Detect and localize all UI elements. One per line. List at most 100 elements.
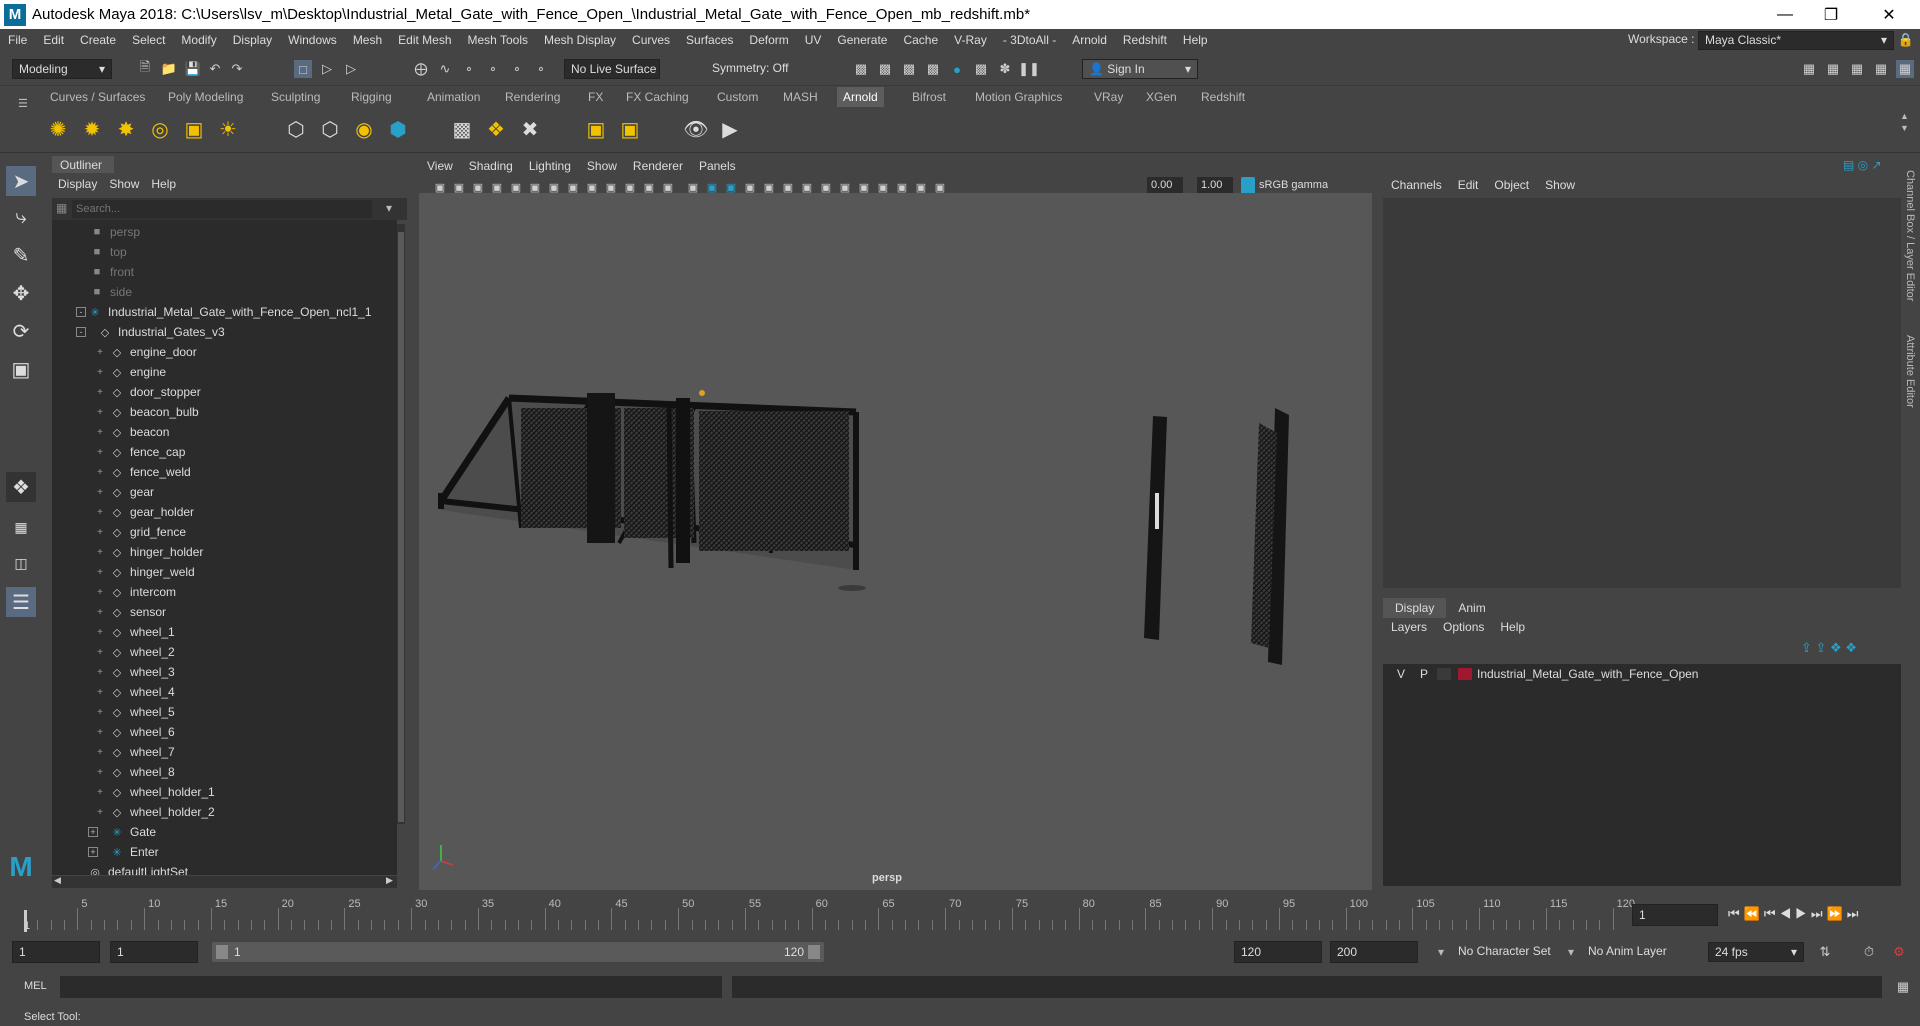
live-surface-field[interactable]: No Live Surface [564, 59, 660, 79]
attribute-editor-side-tab[interactable]: Attribute Editor [1904, 335, 1916, 415]
select-object-icon[interactable]: ▷ [318, 60, 336, 78]
current-frame-field[interactable]: 1 [1632, 904, 1718, 926]
four-view-icon[interactable]: ▦ [6, 512, 36, 542]
outliner-item-hinger-weld[interactable]: + ◇ hinger_weld [52, 562, 397, 582]
outliner-item-fence-weld[interactable]: + ◇ fence_weld [52, 462, 397, 482]
channel-menu-channels[interactable]: Channels [1383, 178, 1450, 196]
expand-icon[interactable]: + [88, 827, 98, 837]
menu-file[interactable]: File [0, 33, 35, 47]
channel-box-icon[interactable]: ▦ [1896, 60, 1914, 78]
layer-color-swatch[interactable] [1458, 668, 1472, 680]
standin-icon[interactable]: ⬡ [282, 115, 310, 143]
rotate-tool-icon[interactable]: ⟳ [6, 316, 36, 346]
viewport-menu-lighting[interactable]: Lighting [521, 159, 579, 173]
outliner-menu-show[interactable]: Show [103, 177, 145, 195]
time-slider[interactable]: 5 10 15 20 25 30 35 40 45 50 55 60 65 70 75 80 85 90 95 100… [0, 896, 1920, 934]
step-back-key-icon[interactable]: ⏪ [1744, 906, 1764, 921]
render-icon[interactable]: ▩ [876, 60, 894, 78]
outliner-item-grid-fence[interactable]: + ◇ grid_fence [52, 522, 397, 542]
viewport-menu-renderer[interactable]: Renderer [625, 159, 691, 173]
mel-label[interactable]: MEL [24, 980, 47, 992]
sign-in-button[interactable]: 👤 Sign In ▾ [1082, 59, 1198, 79]
menu-mesh-display[interactable]: Mesh Display [536, 33, 624, 47]
outliner-tab[interactable]: Outliner [52, 156, 114, 173]
mode-select[interactable]: Modeling ▾ [12, 59, 112, 79]
flush-cache-icon[interactable]: ❖ [482, 115, 510, 143]
layer-row[interactable]: V P Industrial_Metal_Gate_with_Fence_Ope… [1383, 664, 1901, 684]
outliner-item-industrial-gates-v3[interactable]: - ◇ Industrial_Gates_v3 [52, 322, 397, 342]
modeling-toolkit-icon[interactable]: ▦ [1800, 60, 1818, 78]
scroll-right-icon[interactable]: ▶ [386, 875, 393, 886]
photometric-light-icon[interactable]: ✸ [112, 115, 140, 143]
channel-box-icons[interactable]: ▤ ◎ ↗ [1843, 158, 1882, 172]
menu-mesh[interactable]: Mesh [345, 33, 390, 47]
shelf-tab-motion-graphics[interactable]: Motion Graphics [969, 87, 1068, 107]
move-tool-icon[interactable]: ✥ [6, 278, 36, 308]
play-forward-icon[interactable]: ▶ [1795, 906, 1811, 921]
viewport-menu-view[interactable]: View [419, 159, 461, 173]
range-start-handle[interactable] [216, 945, 228, 959]
outliner-item-fence-cap[interactable]: + ◇ fence_cap [52, 442, 397, 462]
outliner-item-wheel-5[interactable]: + ◇ wheel_5 [52, 702, 397, 722]
operator-icon[interactable]: ▣ [616, 115, 644, 143]
render-setup-icon[interactable]: ▩ [972, 60, 990, 78]
shelf-tab-bifrost[interactable]: Bifrost [906, 87, 952, 107]
layer-menu-layers[interactable]: Layers [1383, 618, 1435, 636]
select-hierarchy-icon[interactable]: □ [294, 60, 312, 78]
menu-windows[interactable]: Windows [280, 33, 345, 47]
viewport-menu-panels[interactable]: Panels [691, 159, 744, 173]
fps-select[interactable]: 24 fps ▾ [1708, 942, 1804, 962]
step-forward-icon[interactable]: ⏭ [1811, 906, 1827, 921]
snap-vertex-icon[interactable]: ∘ [532, 60, 550, 78]
menu-uv[interactable]: UV [797, 33, 830, 47]
outliner-item-beacon[interactable]: + ◇ beacon [52, 422, 397, 442]
render-settings-icon[interactable]: ▩ [924, 60, 942, 78]
minimize-icon[interactable]: — [1762, 0, 1808, 29]
channel-menu-object[interactable]: Object [1486, 178, 1537, 196]
mesh-light-icon[interactable]: ✹ [78, 115, 106, 143]
channel-menu-show[interactable]: Show [1537, 178, 1583, 196]
menu-cache[interactable]: Cache [895, 33, 946, 47]
shelf-tab-arnold[interactable]: Arnold [837, 87, 884, 107]
outliner-item-top[interactable]: ■ top [52, 242, 397, 262]
expand-icon[interactable]: + [88, 847, 98, 857]
workspace-select[interactable]: Maya Classic* ▾ [1698, 31, 1894, 50]
character-set-select[interactable]: No Character Set [1452, 942, 1568, 962]
outliner-item-gear[interactable]: + ◇ gear [52, 482, 397, 502]
paint-select-icon[interactable]: ✎ [6, 240, 36, 270]
lock-icon[interactable]: 🔒 [1897, 31, 1915, 49]
scale-tool-icon[interactable]: ▣ [6, 354, 36, 384]
undo-icon[interactable]: ↶ [206, 60, 224, 78]
outliner-menu-help[interactable]: Help [145, 177, 182, 195]
aov-icon[interactable]: ▩ [448, 115, 476, 143]
menu-3dtoall[interactable]: - 3DtoAll - [995, 33, 1064, 47]
outliner-item-wheel-7[interactable]: + ◇ wheel_7 [52, 742, 397, 762]
clear-cache-icon[interactable]: ✖ [516, 115, 544, 143]
viewport-persp[interactable]: persp [419, 193, 1372, 890]
new-scene-icon[interactable]: 🗎 [136, 59, 154, 78]
area-light-icon[interactable]: ✺ [44, 115, 72, 143]
symmetry-select[interactable]: Symmetry: Off [706, 59, 806, 79]
menu-v-ray[interactable]: V-Ray [946, 33, 995, 47]
outliner-layout-icon[interactable]: ☰ [6, 587, 36, 617]
outliner-item-engine-door[interactable]: + ◇ engine_door [52, 342, 397, 362]
shelf-tab-custom[interactable]: Custom [711, 87, 764, 107]
outliner-item-wheel-holder-1[interactable]: + ◇ wheel_holder_1 [52, 782, 397, 802]
end-time-field[interactable]: 120 [1234, 941, 1322, 963]
outliner-item-engine[interactable]: + ◇ engine [52, 362, 397, 382]
outliner-item-hinger-holder[interactable]: + ◇ hinger_holder [52, 542, 397, 562]
light-portal-icon[interactable]: ▣ [180, 115, 208, 143]
shelf-scroll-icon[interactable]: ▲ ▼ [1900, 110, 1909, 134]
outliner-item-wheel-6[interactable]: + ◇ wheel_6 [52, 722, 397, 742]
outliner-item-gate[interactable]: + ✳ Gate [52, 822, 397, 842]
pause-viewport-icon[interactable]: ❚❚ [1018, 60, 1040, 78]
outliner-scrollbar[interactable] [397, 224, 405, 824]
menu-select[interactable]: Select [124, 33, 173, 47]
close-icon[interactable]: ✕ [1866, 0, 1912, 29]
go-end-icon[interactable]: ⏭ [1847, 906, 1863, 921]
loop-icon[interactable]: ⇅ [1816, 943, 1834, 961]
outliner-item-wheel-1[interactable]: + ◇ wheel_1 [52, 622, 397, 642]
layer-tab-display[interactable]: Display [1383, 598, 1447, 618]
search-options-icon[interactable]: ▦ [56, 201, 67, 215]
step-forward-key-icon[interactable]: ⏩ [1827, 906, 1847, 921]
